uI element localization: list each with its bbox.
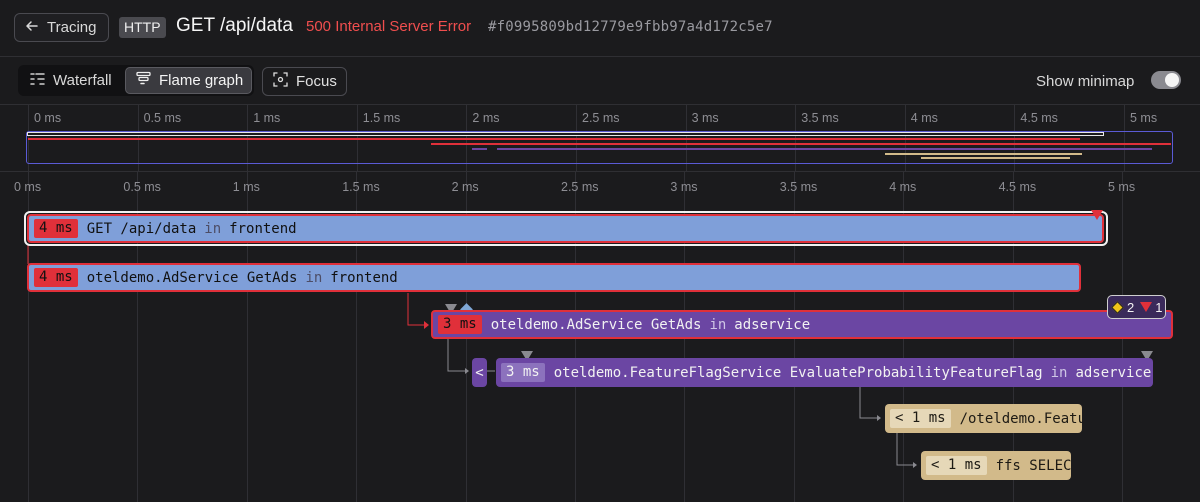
tab-waterfall-label: Waterfall (53, 72, 112, 89)
tick-label: 0 ms (34, 111, 62, 125)
span-duration: 3 ms (501, 363, 545, 382)
span-in: in (709, 316, 727, 333)
tick-label: 0.5 ms (143, 111, 182, 125)
span-name: oteldemo.AdService GetAds (86, 269, 298, 286)
method-badge: HTTP (119, 17, 166, 38)
minimap[interactable]: 0 ms 0.5 ms 1 ms 1.5 ms 2 ms 2.5 ms 3 ms 3.5 ms… (0, 105, 1200, 172)
span-service: adservice (734, 316, 811, 333)
back-button[interactable]: Tracing (14, 13, 109, 42)
header: Tracing HTTP GET /api/data 500 Internal … (0, 0, 1200, 57)
page-title: GET /api/data (176, 15, 293, 36)
trace-id: #f0995809bd12779e9fbb97a4d172c5e7 (488, 19, 773, 35)
back-button-label: Tracing (47, 19, 97, 36)
span-in: in (1050, 364, 1068, 381)
span-in: in (204, 220, 222, 237)
span-service: frontend (229, 220, 297, 237)
span-name: ffs SELECT (995, 457, 1071, 474)
span-collapsed[interactable]: < (472, 358, 487, 387)
span-featureflag-db[interactable]: < 1 ms /oteldemo.FeatureFlagService/Eval… (885, 404, 1082, 433)
span-adservice-getads-frontend[interactable]: 4 ms oteldemo.AdService GetAds in fronte… (27, 263, 1081, 292)
error-count: 1 (1155, 299, 1163, 315)
tab-flame-graph[interactable]: Flame graph (125, 67, 252, 94)
minimap-bar-db1 (885, 153, 1082, 155)
span-service: adservice (1075, 364, 1152, 381)
tick-label: 1.5 ms (362, 111, 401, 125)
flame-graph: 0 ms 0.5 ms 1 ms 1.5 ms 2 ms 2.5 ms 3 ms 3.5 ms… (0, 172, 1200, 502)
tick-label: 4.5 ms (1020, 111, 1058, 125)
span-in: in (305, 269, 323, 286)
collapsed-label: < (475, 364, 484, 381)
tick-label: 1 ms (253, 111, 281, 125)
minimap-bar-root (27, 132, 1104, 136)
warning-count: 2 (1127, 299, 1135, 315)
span-name: oteldemo.FeatureFlagService EvaluateProb… (553, 364, 1043, 381)
minimap-toggle-label: Show minimap (1036, 73, 1135, 90)
tick-label: 2.5 ms (582, 111, 620, 125)
tick-label: 2 ms (472, 111, 500, 125)
focus-icon (273, 72, 288, 91)
span-duration: < 1 ms (926, 456, 987, 475)
span-duration: 4 ms (34, 268, 78, 287)
tick-label: 3 ms (691, 111, 719, 125)
span-name: oteldemo.AdService GetAds (490, 316, 702, 333)
span-duration: 4 ms (34, 219, 78, 238)
minimap-bar-adservice (431, 143, 1171, 145)
span-duration: < 1 ms (890, 409, 951, 428)
warning-diamond-icon (1111, 300, 1124, 314)
span-duration: 3 ms (438, 315, 482, 334)
span-ffs-select[interactable]: < 1 ms ffs SELECT (921, 451, 1071, 480)
tick-label: 4 ms (910, 111, 938, 125)
tick-label: 3.5 ms (801, 111, 839, 125)
span-name: GET /api/data (86, 220, 197, 237)
tick-label: 5 ms (1130, 111, 1158, 125)
tab-flame-graph-label: Flame graph (159, 72, 244, 89)
span-get-api-data[interactable]: 4 ms GET /api/data in frontend (27, 214, 1104, 243)
error-triangle-icon (1140, 302, 1153, 312)
arrow-left-icon (25, 19, 39, 37)
minimap-bar-featureflag (497, 148, 1152, 150)
error-marker-icon (1091, 210, 1103, 220)
status-text: 500 Internal Server Error (306, 18, 472, 35)
minimap-bar-db2 (921, 157, 1070, 159)
minimap-bar-collapsed (472, 148, 487, 150)
focus-button-label: Focus (296, 73, 337, 90)
span-adservice-getads-adservice[interactable]: 3 ms oteldemo.AdService GetAds in adserv… (431, 310, 1173, 339)
flame-graph-icon (136, 71, 151, 90)
focus-button[interactable]: Focus (262, 67, 347, 96)
view-toggle: Waterfall Flame graph (18, 65, 254, 96)
span-service: frontend (330, 269, 398, 286)
span-name: /oteldemo.FeatureFlagService/EvaluatePro… (959, 410, 1082, 427)
tab-waterfall[interactable]: Waterfall (20, 67, 124, 94)
waterfall-icon (30, 72, 45, 90)
minimap-toggle[interactable] (1151, 71, 1181, 89)
toolbar: Waterfall Flame graph Focus Show minimap (0, 57, 1200, 105)
toggle-knob (1165, 73, 1179, 87)
span-featureflag-evaluate[interactable]: 3 ms oteldemo.FeatureFlagService Evaluat… (496, 358, 1153, 387)
minimap-bar-frontend (28, 138, 1080, 140)
span-event-badge: 2 1 (1107, 295, 1166, 319)
